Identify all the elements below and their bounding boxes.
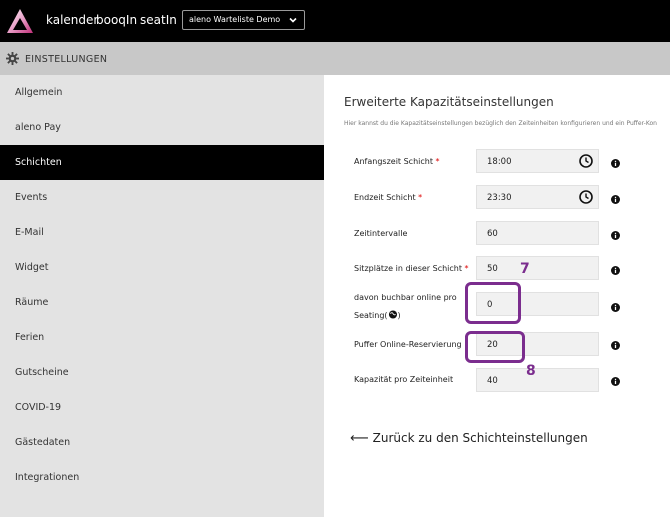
capacity-value: 40 [487,376,498,386]
time-interval-label: Zeitintervalle [354,229,408,238]
info-icon[interactable] [611,195,620,204]
info-icon[interactable] [611,341,620,350]
online-bookable-label: davon buchbar online pro Seating() [354,293,457,320]
capacity-label: Kapazität pro Zeiteinheit [354,375,454,384]
capacity-input[interactable]: 40 [476,368,599,392]
globe-icon [388,310,397,319]
sidebar-item-gutscheine[interactable]: Gutscheine [0,355,324,390]
seats-input[interactable]: 50 [476,256,599,280]
settings-sidebar: Allgemein aleno Pay Schichten Events E-M… [0,75,324,517]
info-icon[interactable] [611,303,620,312]
time-interval-input[interactable]: 60 [476,221,599,245]
location-select[interactable]: aleno Warteliste Demo [182,10,305,30]
start-time-label: Anfangszeit Schicht * [354,157,440,166]
sidebar-item-raeume[interactable]: Räume [0,285,324,320]
back-link[interactable]: ⟵ Zurück zu den Schichteinstellungen [350,431,588,446]
sidebar-item-aleno-pay[interactable]: aleno Pay [0,110,324,145]
info-icon[interactable] [611,231,620,240]
gear-icon [6,52,19,65]
page-title: Erweiterte Kapazitätseinstellungen [344,95,554,109]
info-icon[interactable] [611,266,620,275]
main-content: Erweiterte Kapazitätseinstellungen Hier … [324,75,670,517]
end-time-value: 23:30 [487,193,512,203]
seats-value: 50 [487,264,498,274]
clock-icon[interactable] [579,154,593,168]
info-icon[interactable] [611,377,620,386]
end-time-label: Endzeit Schicht * [354,193,423,202]
sidebar-item-email[interactable]: E-Mail [0,215,324,250]
chevron-down-icon [289,17,297,23]
settings-header: EINSTELLUNGEN [0,42,670,75]
sidebar-item-widget[interactable]: Widget [0,250,324,285]
required-marker: * [418,193,423,202]
page-description: Hier kannst du die Kapazitätseinstellung… [344,120,657,127]
annotation-highlight-8 [465,331,525,363]
start-time-value: 18:00 [487,157,512,167]
settings-title: EINSTELLUNGEN [25,54,108,65]
nav-kalender[interactable]: kalender [46,13,98,27]
arrow-left-icon: ⟵ [350,431,369,446]
back-link-label: Zurück zu den Schichteinstellungen [372,431,588,445]
sidebar-item-schichten[interactable]: Schichten [0,145,324,180]
location-select-value: aleno Warteliste Demo [189,15,281,24]
end-time-input[interactable]: 23:30 [476,185,599,209]
sidebar-item-gaestedaten[interactable]: Gästedaten [0,425,324,460]
clock-icon[interactable] [579,190,593,204]
start-time-input[interactable]: 18:00 [476,149,599,173]
seats-label: Sitzplätze in dieser Schicht * [354,264,469,273]
online-buffer-label: Puffer Online-Reservierung [354,340,462,349]
nav-seatin[interactable]: seatIn [140,13,177,27]
time-interval-value: 60 [487,229,498,239]
aleno-logo[interactable] [6,8,34,34]
nav-booqin[interactable]: booqIn [96,13,137,27]
annotation-highlight-7 [465,282,521,324]
required-marker: * [435,157,440,166]
sidebar-item-covid-19[interactable]: COVID-19 [0,390,324,425]
required-marker: * [464,264,469,273]
sidebar-item-ferien[interactable]: Ferien [0,320,324,355]
annotation-marker-7: 7 [520,261,530,277]
sidebar-item-events[interactable]: Events [0,180,324,215]
annotation-marker-8: 8 [526,363,536,379]
sidebar-item-integrationen[interactable]: Integrationen [0,460,324,495]
sidebar-item-allgemein[interactable]: Allgemein [0,75,324,110]
info-icon[interactable] [611,159,620,168]
top-navigation-bar: kalender booqIn seatIn aleno Warteliste … [0,0,670,42]
